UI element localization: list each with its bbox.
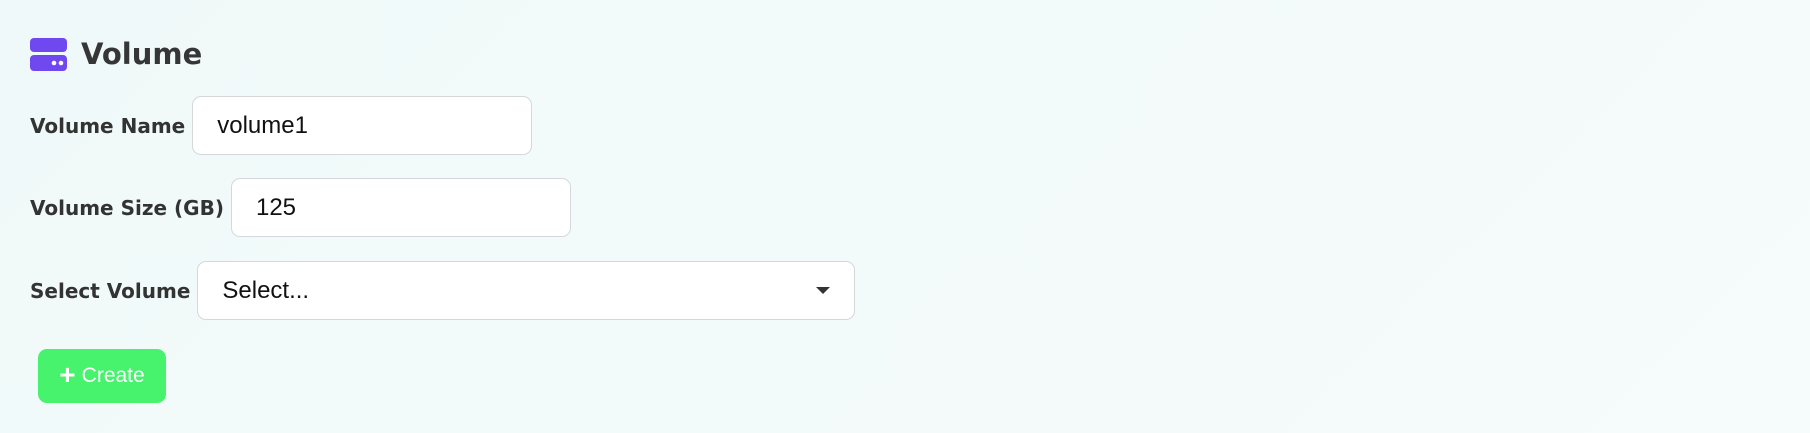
select-volume-label: Select Volume (30, 278, 191, 303)
volume-name-label: Volume Name (30, 113, 186, 138)
select-volume-value: Select... (222, 276, 310, 304)
volume-page: Volume Volume Name Volume Size (GB) Sele… (0, 0, 1810, 433)
create-button-label: Create (81, 364, 145, 387)
create-button[interactable]: + Create (38, 349, 166, 403)
volume-name-row: Volume Name (30, 96, 533, 155)
volume-size-input[interactable] (230, 178, 571, 237)
plus-icon: + (59, 359, 76, 390)
hard-drive-icon (30, 37, 67, 71)
volume-size-row: Volume Size (GB) (30, 178, 571, 237)
page-title: Volume (81, 36, 203, 71)
chevron-down-icon (816, 287, 831, 294)
page-header: Volume (30, 34, 202, 74)
volume-size-label: Volume Size (GB) (30, 195, 224, 220)
select-volume-row: Select Volume Select... (30, 261, 856, 320)
select-volume-dropdown[interactable]: Select... (197, 261, 856, 320)
volume-name-input[interactable] (192, 96, 533, 155)
